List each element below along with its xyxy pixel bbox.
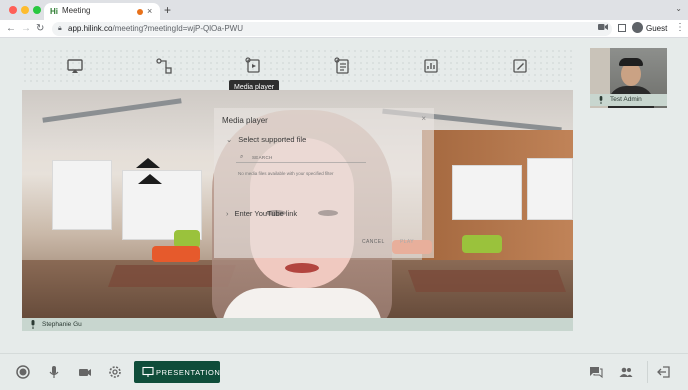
url-text: app.hilink.co/meeting?meetingId=wjP-QlOa…	[68, 24, 243, 33]
microphone-icon	[599, 96, 603, 104]
video-panel	[52, 160, 112, 230]
presentation-label: PRESENTATION	[156, 368, 221, 377]
forward-icon[interactable]: →	[21, 22, 31, 35]
record-icon[interactable]	[15, 364, 31, 380]
document-icon[interactable]	[332, 56, 352, 76]
browser-tab[interactable]: Hi Meeting ×	[44, 3, 160, 20]
participant-name: Stephanie Gu	[42, 321, 82, 328]
youtube-link-label: Enter YouTube link	[234, 209, 298, 218]
camera-icon[interactable]	[598, 23, 608, 31]
window-close-button[interactable]	[9, 6, 17, 14]
media-player-icon[interactable]	[243, 56, 263, 76]
settings-icon[interactable]	[107, 364, 123, 380]
address-bar[interactable]: 🔒︎ app.hilink.co/meeting?meetingId=wjP-Q…	[52, 22, 612, 36]
participant-lips	[285, 263, 319, 273]
self-participant-name: Test Admin	[610, 96, 642, 103]
cancel-button[interactable]: CANCEL	[362, 239, 385, 246]
browser-tabstrip: Hi Meeting × + ⌄	[0, 0, 688, 20]
youtube-link-section-toggle[interactable]: › Enter YouTube link	[226, 209, 297, 219]
browser-toolbar: ← → ↻ 🔒︎ app.hilink.co/meeting?meetingId…	[0, 20, 688, 38]
video-chair	[152, 246, 200, 262]
tab-title: Meeting	[62, 6, 91, 15]
leave-icon[interactable]	[656, 364, 672, 380]
media-player-modal: Media player × ⌄ Select supported file ⌕ …	[214, 108, 434, 258]
new-tab-button[interactable]: +	[164, 3, 171, 17]
window-minimize-button[interactable]	[21, 6, 29, 14]
media-search-input[interactable]: ⌕ SEARCH	[236, 152, 366, 163]
video-lamp	[136, 158, 160, 168]
window-maximize-button[interactable]	[33, 6, 41, 14]
meeting-app: Media player Stephanie Gu Media player ×…	[0, 38, 688, 390]
video-rug	[407, 270, 567, 292]
hilink-favicon-icon: Hi	[50, 7, 58, 16]
search-icon: ⌕	[240, 154, 244, 160]
reload-icon[interactable]: ↻	[36, 22, 44, 35]
video-lamp	[138, 174, 162, 184]
sidepanel-icon[interactable]	[618, 24, 626, 32]
modal-title: Media player	[222, 116, 268, 125]
main-video-label: Stephanie Gu	[22, 318, 573, 331]
presentation-button[interactable]: PRESENTATION	[134, 361, 220, 383]
video-chair	[462, 235, 502, 253]
play-button[interactable]: PLAY	[400, 239, 414, 246]
controls-divider	[647, 361, 648, 383]
video-panel	[527, 158, 573, 220]
tab-search-icon[interactable]: ⌄	[675, 4, 682, 13]
recording-indicator-icon	[137, 9, 143, 15]
tool-strip	[22, 48, 574, 86]
screen-share-icon[interactable]	[65, 56, 85, 76]
tab-close-icon[interactable]: ×	[147, 5, 152, 17]
microphone-icon	[31, 320, 35, 329]
select-file-label: Select supported file	[238, 135, 307, 144]
chat-icon[interactable]	[588, 364, 604, 380]
no-media-help-text: No media files available with your speci…	[238, 171, 334, 176]
participants-icon[interactable]	[618, 364, 634, 380]
profile-icon[interactable]	[632, 22, 643, 33]
video-panel	[452, 165, 522, 220]
self-video-cap	[619, 58, 643, 66]
modal-close-icon[interactable]: ×	[421, 114, 426, 124]
select-file-section-toggle[interactable]: ⌄ Select supported file	[226, 135, 306, 145]
chevron-down-icon: ⌄	[226, 135, 233, 144]
kebab-menu-icon[interactable]: ⋮	[675, 22, 685, 34]
lock-icon: 🔒︎	[58, 25, 62, 32]
meeting-controls-bar: PRESENTATION	[0, 353, 688, 390]
search-placeholder: SEARCH	[252, 155, 273, 160]
microphone-icon[interactable]	[46, 364, 62, 380]
analytics-icon[interactable]	[421, 56, 441, 76]
self-video-label: Test Admin	[590, 94, 667, 106]
edit-notes-icon[interactable]	[510, 56, 530, 76]
presentation-icon	[142, 366, 154, 377]
whiteboard-flow-icon[interactable]	[154, 56, 174, 76]
back-icon[interactable]: ←	[6, 22, 16, 35]
camera-icon[interactable]	[77, 364, 93, 380]
chevron-right-icon: ›	[226, 209, 229, 218]
profile-label[interactable]: Guest	[646, 24, 667, 34]
